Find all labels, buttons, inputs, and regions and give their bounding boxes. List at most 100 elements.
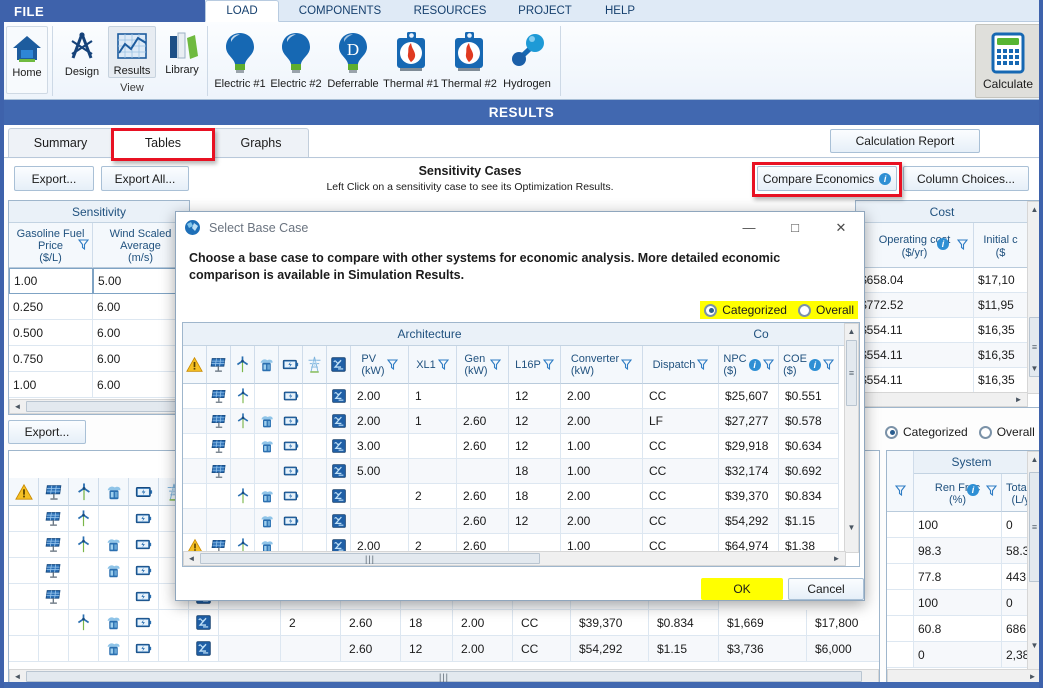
dialog-vscroll-thumb[interactable]: ≡: [846, 340, 857, 406]
dialog-display-mode-radios[interactable]: Categorized Overall: [700, 301, 858, 319]
ribbon-tab-load[interactable]: LOAD: [205, 0, 279, 22]
cost-grid[interactable]: Cost Operating cost ($/yr) i Initial c (…: [855, 200, 1043, 408]
ribbon-tab-resources[interactable]: RESOURCES: [400, 0, 500, 22]
column-header-wind-turbine[interactable]: [69, 478, 99, 506]
ribbon-button-results[interactable]: Results: [108, 26, 156, 78]
scroll-left-arrow[interactable]: ◄: [11, 400, 24, 413]
filter-icon[interactable]: [763, 359, 774, 370]
system-grid[interactable]: System Ren Frac (%) i Total F (L/yr 1000…: [886, 450, 1043, 685]
file-tab[interactable]: FILE: [0, 0, 205, 22]
dialog-results-grid[interactable]: Architecture Co PV(kW)XL1Gen(kW)L16PConv…: [182, 322, 860, 567]
export-all-button[interactable]: Export All...: [101, 166, 189, 191]
dialog-column-header-generator[interactable]: [255, 346, 279, 384]
table-row-selector[interactable]: [887, 642, 914, 668]
radio-categorized[interactable]: [885, 426, 898, 439]
column-header-generator[interactable]: [99, 478, 129, 506]
column-header-system-filter[interactable]: [887, 451, 914, 512]
sensitivity-hscroll-thumb[interactable]: [26, 401, 186, 412]
column-header-initial-capital[interactable]: Initial c ($: [974, 223, 1028, 268]
info-icon[interactable]: i: [879, 173, 891, 185]
sensitivity-hscrollbar[interactable]: ◄: [9, 399, 189, 414]
filter-icon[interactable]: [895, 485, 906, 496]
dialog-vscrollbar[interactable]: ▲ ≡ ▼: [844, 323, 859, 553]
ribbon-button-electric-2[interactable]: Electric #2: [268, 26, 324, 96]
table-row-selector[interactable]: [887, 616, 914, 642]
column-header-solar-panel[interactable]: [39, 478, 69, 506]
filter-icon[interactable]: [490, 359, 501, 370]
filter-icon[interactable]: [697, 359, 708, 370]
column-header-battery[interactable]: [129, 478, 159, 506]
column-header-ren-frac[interactable]: Ren Frac (%) i: [914, 474, 1002, 512]
ribbon-button-home[interactable]: Home: [6, 26, 48, 94]
filter-icon[interactable]: [957, 239, 968, 250]
tab-graphs[interactable]: Graphs: [213, 128, 309, 158]
dialog-ok-button[interactable]: OK: [701, 578, 783, 600]
scroll-down-arrow[interactable]: ▼: [845, 520, 858, 534]
dialog-column-header-converter[interactable]: [327, 346, 351, 384]
filter-icon[interactable]: [543, 359, 554, 370]
dialog-minimize-button[interactable]: —: [726, 212, 772, 243]
info-icon[interactable]: i: [967, 484, 979, 496]
compare-economics-button[interactable]: Compare Economics i: [757, 166, 897, 191]
column-header-warning[interactable]: [9, 478, 39, 506]
dialog-column-header-coe[interactable]: COE($)i: [779, 346, 839, 384]
scroll-right-arrow[interactable]: ►: [1012, 393, 1025, 406]
cost-hscrollbar[interactable]: ►: [856, 392, 1028, 407]
scroll-left-arrow[interactable]: ◄: [185, 552, 198, 565]
dialog-column-header-dispatch[interactable]: Dispatch: [643, 346, 719, 384]
cost-display-mode-radios[interactable]: Categorized Overall: [885, 425, 1035, 439]
optimization-hscroll-thumb[interactable]: |||: [26, 671, 862, 682]
table-row-selector[interactable]: [887, 590, 914, 616]
dialog-column-header-xl1[interactable]: XL1: [409, 346, 457, 384]
dialog-cancel-button[interactable]: Cancel: [788, 578, 864, 600]
column-choices-button[interactable]: Column Choices...: [903, 166, 1029, 191]
info-icon[interactable]: i: [749, 359, 761, 371]
ribbon-tab-help[interactable]: HELP: [590, 0, 650, 22]
filter-icon[interactable]: [823, 359, 834, 370]
dialog-column-header-wind-turbine[interactable]: [231, 346, 255, 384]
filter-icon[interactable]: [78, 239, 89, 250]
dialog-column-header-grid-tower[interactable]: [303, 346, 327, 384]
export-button[interactable]: Export...: [14, 166, 94, 191]
dialog-close-button[interactable]: ✕: [818, 212, 864, 243]
ribbon-button-thermal-2[interactable]: Thermal #2: [440, 26, 498, 96]
ribbon-button-thermal-1[interactable]: Thermal #1: [382, 26, 440, 96]
tab-tables[interactable]: Tables: [113, 128, 213, 158]
select-base-case-dialog[interactable]: Select Base Case — □ ✕ Choose a base cas…: [175, 211, 865, 601]
tab-summary[interactable]: Summary: [8, 128, 113, 158]
dialog-hscroll-thumb[interactable]: |||: [200, 553, 540, 564]
scroll-up-arrow[interactable]: ▲: [845, 324, 858, 338]
dialog-column-header-solar-panel[interactable]: [207, 346, 231, 384]
dialog-column-header-l16p[interactable]: L16P: [509, 346, 561, 384]
ribbon-tab-components[interactable]: COMPONENTS: [285, 0, 395, 22]
radio-overall[interactable]: [979, 426, 992, 439]
info-icon[interactable]: i: [809, 359, 821, 371]
filter-icon[interactable]: [621, 359, 632, 370]
ribbon-button-deferrable[interactable]: D Deferrable: [324, 26, 382, 96]
scroll-right-arrow[interactable]: ►: [830, 552, 843, 565]
dialog-column-header-converter[interactable]: Converter(kW): [561, 346, 643, 384]
ribbon-button-electric-1[interactable]: Electric #1: [212, 26, 268, 96]
column-header-operating-cost[interactable]: Operating cost ($/yr) i: [856, 223, 974, 268]
dialog-column-header-battery[interactable]: [279, 346, 303, 384]
table-row-selector[interactable]: [887, 512, 914, 538]
export-lower-button[interactable]: Export...: [8, 420, 86, 444]
info-icon[interactable]: i: [937, 238, 949, 250]
filter-icon[interactable]: [438, 359, 449, 370]
radio-categorized[interactable]: [704, 304, 717, 317]
calculate-button[interactable]: Calculate: [975, 24, 1041, 98]
dialog-column-header-npc[interactable]: NPC($)i: [719, 346, 779, 384]
filter-icon[interactable]: [387, 359, 398, 370]
dialog-column-header-pv[interactable]: PV(kW): [351, 346, 409, 384]
column-header-gasoline-fuel-price[interactable]: Gasoline Fuel Price ($/L): [9, 223, 93, 268]
dialog-hscrollbar[interactable]: ◄ ||| ►: [183, 551, 846, 566]
ribbon-button-library[interactable]: Library: [158, 26, 206, 78]
filter-icon[interactable]: [986, 485, 997, 496]
calculation-report-button[interactable]: Calculation Report: [830, 129, 980, 153]
ribbon-tab-project[interactable]: PROJECT: [505, 0, 585, 22]
dialog-column-header-warning[interactable]: [183, 346, 207, 384]
dialog-column-header-gen[interactable]: Gen(kW): [457, 346, 509, 384]
ribbon-button-hydrogen[interactable]: Hydrogen: [498, 26, 556, 96]
ribbon-button-design[interactable]: Design: [58, 26, 106, 78]
table-row-selector[interactable]: [887, 564, 914, 590]
